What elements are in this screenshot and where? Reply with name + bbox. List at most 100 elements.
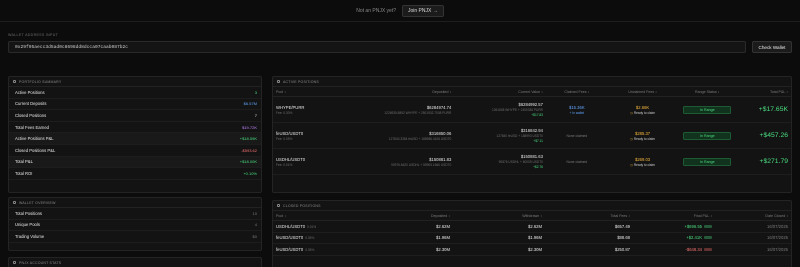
range-status-badge: In Range bbox=[683, 131, 732, 140]
check-wallet-button[interactable]: Check Wallet bbox=[752, 41, 792, 53]
closed-positions-title: CLOSED POSITIONS bbox=[283, 203, 321, 208]
summary-row: Closed Positions 7 bbox=[9, 110, 261, 122]
overview-value: 10 bbox=[252, 210, 257, 216]
active-position-row[interactable]: WHYPE/PURR Fee: 0.30% $6284974.74 1226935.8… bbox=[273, 97, 791, 123]
summary-row: Active Positions 3 bbox=[9, 87, 261, 99]
pool-cell: feUSD/USDT0 0.05% bbox=[273, 247, 361, 252]
active-column-header[interactable]: Claimed Fees ↕ bbox=[546, 90, 608, 94]
fees-value: $250.87 bbox=[614, 246, 630, 252]
current-breakdown: 127840 feUSD + 188993 USDT0 bbox=[496, 134, 543, 138]
summary-label: Active Positions P&L bbox=[15, 136, 54, 142]
summary-label: Current Deposits bbox=[15, 101, 47, 107]
current-value-cell: $316842.94 127840 feUSD + 188993 USDT0 +$7… bbox=[454, 128, 546, 143]
deposited-cell: $316850.06 127840.3354 feUSD + 188986.410… bbox=[363, 131, 455, 141]
final-pnl-value: -$648.34 bbox=[685, 246, 702, 252]
active-position-row[interactable]: USDHL/USDT0 Fee: 0.01% $150881.83 90976.662… bbox=[273, 149, 791, 175]
overview-row: Trading Volume $0 bbox=[9, 231, 261, 243]
summary-label: Total Fees Earned bbox=[15, 124, 49, 130]
pool-fee: Fee: 0.01% bbox=[276, 162, 293, 167]
pool-name: USDHL/USDT0 bbox=[276, 156, 306, 162]
deposited-value: $150881.83 bbox=[429, 156, 452, 162]
closed-column-header[interactable]: Withdrawn ↕ bbox=[453, 214, 545, 218]
final-pnl-cell: -$648.34 bbox=[633, 247, 715, 252]
closed-position-row[interactable]: feUSD/USDT0 0.05% $1.96M $1.96M $88.68 +$2.41… bbox=[273, 233, 791, 245]
pool-fee: Fee: 0.05% bbox=[276, 136, 293, 141]
user-icon bbox=[13, 261, 16, 264]
current-breakdown: 1261808 WHYPE + 2450336 PURR bbox=[491, 108, 543, 112]
pool-cell: feUSD/USDT0 0.05% bbox=[273, 235, 361, 240]
deposited-breakdown: 127840.3354 feUSD + 188986.4106 USDT0 bbox=[388, 136, 452, 141]
active-position-row[interactable]: feUSD/USDT0 Fee: 0.05% $316850.06 127840.33… bbox=[273, 123, 791, 149]
wallet-address-input[interactable]: 0x29f95aecc3d5ad0c8698dd8dcca07caab087b2… bbox=[8, 41, 746, 53]
date-closed-value: 16/07/2025 bbox=[767, 246, 788, 252]
summary-value: +$18.59K bbox=[239, 136, 257, 142]
pnl-indicator bbox=[704, 236, 712, 240]
fees-cell: $250.87 bbox=[545, 247, 633, 252]
claimed-fees-cell: None claimed bbox=[546, 134, 608, 138]
closed-column-header[interactable]: Date Closed ↕ bbox=[715, 214, 791, 218]
current-breakdown: 90876 USDHL + 60005 USDT0 bbox=[498, 160, 543, 164]
closed-column-header[interactable]: Pool ↕ bbox=[273, 214, 361, 218]
ready-to-claim-label: Ready to claim bbox=[633, 162, 655, 167]
deposited-cell: $1.96M bbox=[361, 235, 453, 240]
active-column-header[interactable]: Total P&L ↕ bbox=[737, 90, 791, 94]
summary-value: +0.10% bbox=[243, 170, 257, 176]
total-pnl-value: +$17.65K bbox=[758, 106, 789, 113]
summary-row: Closed Positions P&L -$593.62 bbox=[9, 145, 261, 157]
active-table-header: Pool ↕ Deposited ↕ Current Value ↕ Claimed … bbox=[273, 87, 791, 97]
active-column-header[interactable]: Deposited ↕ bbox=[363, 90, 455, 94]
activity-icon bbox=[277, 80, 280, 83]
closed-column-header[interactable]: Final P&L ↕ bbox=[633, 214, 715, 218]
closed-position-row[interactable]: feUSD/USDT0 0.05% $2.30M $2.30M $250.87 -$648… bbox=[273, 244, 791, 256]
pool-fee: Fee: 0.30% bbox=[276, 110, 293, 115]
closed-column-header[interactable]: Deposited ↕ bbox=[361, 214, 453, 218]
summary-row: Total Fees Earned $19.72K bbox=[9, 122, 261, 134]
summary-value: 7 bbox=[254, 112, 257, 118]
unclaimed-fees-note: ◷ Ready to claim bbox=[630, 163, 655, 167]
wallet-label: WALLET ADDRESS INPUT bbox=[8, 33, 59, 37]
ready-to-claim-label: Ready to claim bbox=[633, 110, 655, 115]
current-delta: +$17.83 bbox=[531, 113, 543, 117]
current-delta: +$7.11 bbox=[533, 139, 543, 143]
pool-cell: WHYPE/PURR Fee: 0.30% bbox=[273, 105, 363, 115]
range-status-badge: In Range bbox=[683, 105, 732, 114]
deposited-breakdown: 90976.6620 USDHL + 59905.1666 USDT0 bbox=[391, 162, 452, 167]
wallet-icon bbox=[13, 201, 16, 204]
join-button[interactable]: Join PNJX → bbox=[402, 4, 444, 17]
closed-position-row[interactable]: USDHL/USDT0 0.01% $2.62M $2.62M $657.49 +$696… bbox=[273, 221, 791, 233]
unclaimed-fees-cell: $285.37 ◷ Ready to claim bbox=[608, 131, 678, 141]
claimed-fees-value: None claimed bbox=[566, 159, 588, 164]
chart-icon bbox=[13, 80, 16, 83]
summary-label: Active Positions bbox=[15, 89, 45, 95]
active-column-header[interactable]: Current Value ↕ bbox=[454, 90, 546, 94]
withdrawn-cell: $1.96M bbox=[453, 235, 545, 240]
range-status-cell: In Range bbox=[677, 157, 737, 166]
date-closed-value: 16/07/2025 bbox=[767, 223, 788, 229]
portfolio-summary-header: PORTFOLIO SUMMARY bbox=[9, 77, 261, 87]
fees-cell: $88.68 bbox=[545, 235, 633, 240]
total-pnl-value: +$457.26 bbox=[759, 132, 789, 139]
closed-column-header[interactable]: Total Fees ↕ bbox=[545, 214, 633, 218]
range-status-badge: In Range bbox=[683, 157, 732, 166]
withdrawn-cell: $2.30M bbox=[453, 247, 545, 252]
portfolio-summary-panel: PORTFOLIO SUMMARY Active Positions 3 Curre… bbox=[8, 76, 262, 193]
active-column-header[interactable]: Unclaimed Fees ↕ bbox=[608, 90, 678, 94]
current-value-cell: $6284992.57 1261808 WHYPE + 2450336 PURR +… bbox=[454, 102, 546, 117]
pool-name: USDHL/USDT0 bbox=[276, 223, 306, 229]
overview-row: Total Positions 10 bbox=[9, 208, 261, 220]
wallet-overview-title: WALLET OVERVIEW bbox=[19, 200, 56, 205]
final-pnl-cell: +$2.41K bbox=[633, 235, 715, 240]
summary-label: Closed Positions P&L bbox=[15, 147, 56, 153]
deposited-cell: $6284974.74 1226935.8892 WHYPE + 2501932.… bbox=[363, 105, 455, 115]
unclaimed-fees-value: $2.66K bbox=[635, 104, 650, 110]
pool-name: feUSD/USDT0 bbox=[276, 130, 304, 136]
summary-value: $6.57M bbox=[243, 101, 257, 107]
overview-row: Unique Pools 4 bbox=[9, 220, 261, 232]
unclaimed-fees-note: ◷ Ready to claim bbox=[630, 137, 655, 141]
summary-row: Total P&L +$18.00K bbox=[9, 156, 261, 169]
active-column-header[interactable]: Range Status ↕ bbox=[677, 90, 737, 94]
history-icon bbox=[277, 204, 280, 207]
account-stats-panel: PNJX ACCOUNT STATS bbox=[8, 257, 262, 267]
active-column-header[interactable]: Pool ↕ bbox=[273, 90, 363, 94]
unclaimed-fees-cell: $2.66K ◷ Ready to claim bbox=[608, 105, 678, 115]
